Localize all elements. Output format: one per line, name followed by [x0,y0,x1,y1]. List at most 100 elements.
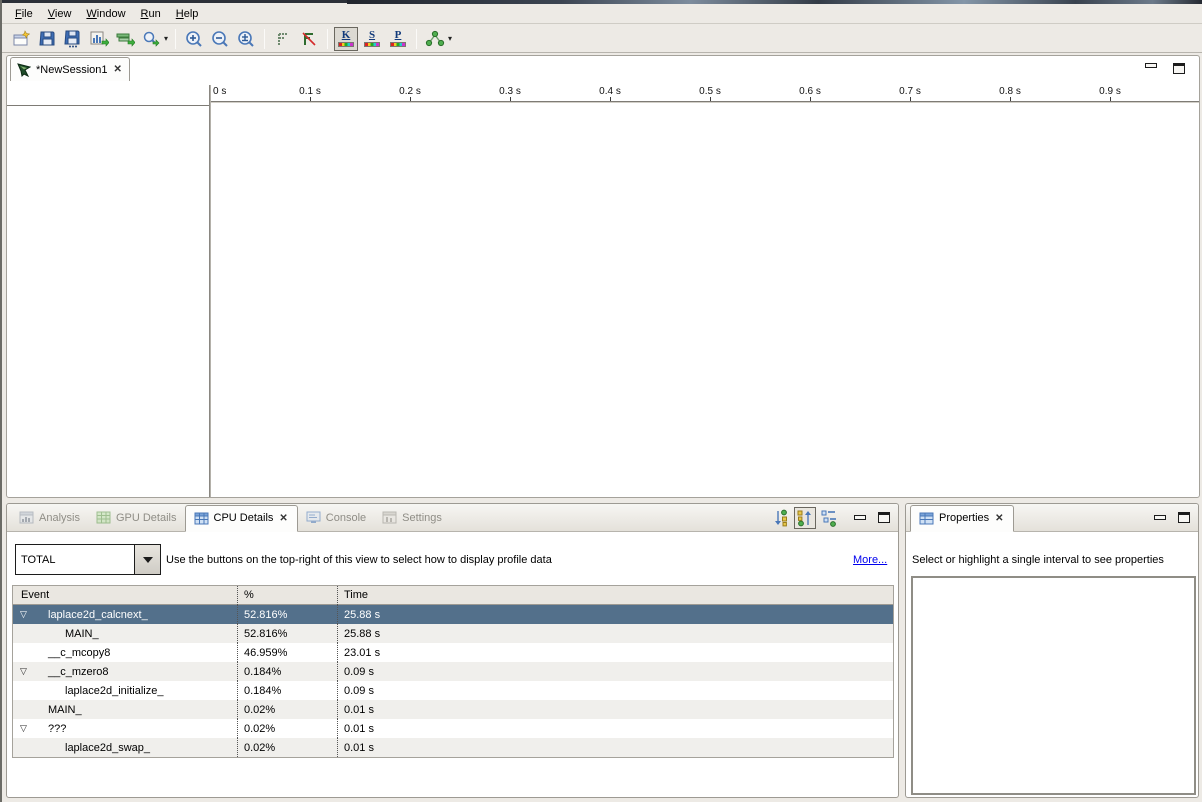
toolbar-separator [175,29,176,49]
display-mode-combo[interactable]: TOTAL [15,544,161,575]
column-header-event[interactable]: Event [13,586,237,605]
toolbar-separator [264,29,265,49]
tab-cpu-details[interactable]: CPU Details ✕ [185,505,298,532]
marker-run-button[interactable] [271,27,295,51]
new-session-button[interactable] [9,27,33,51]
session-tab-label: *NewSession1 [36,64,108,76]
tree-expander-icon[interactable]: ▽ [20,723,27,734]
menu-view[interactable]: View [45,6,75,22]
menu-window[interactable]: Window [83,6,128,22]
maximize-icon[interactable] [878,512,890,523]
row-header-top-edge [7,105,210,107]
save-as-button[interactable] [61,27,85,51]
zoom-in-button[interactable] [182,27,206,51]
column-header-percent[interactable]: % [237,586,337,605]
time-cell: 25.88 s [337,624,893,643]
table-row[interactable]: ▽__c_mzero8 0.184% 0.09 s [13,662,893,681]
percent-cell: 0.02% [237,700,337,719]
locate-button[interactable] [139,27,163,51]
marker-run-icon [275,31,291,47]
properties-icon [919,512,934,525]
call-tree-dropdown-caret[interactable]: ▾ [448,34,452,43]
close-icon[interactable]: ✕ [113,64,123,75]
locate-dropdown-caret[interactable]: ▾ [164,34,168,43]
maximize-icon[interactable] [1178,512,1190,523]
call-tree-button[interactable] [423,27,447,51]
close-icon[interactable]: ✕ [994,513,1004,524]
more-link[interactable]: More... [853,554,887,566]
ruler-tick-label: 0.8 s [999,86,1021,97]
flat-view-button[interactable] [818,507,840,529]
marker-norun-button[interactable] [297,27,321,51]
table-row[interactable]: laplace2d_swap_ 0.02% 0.01 s [13,738,893,757]
process-color-button[interactable]: P [386,27,410,51]
stream-color-button[interactable]: S [360,27,384,51]
event-cell: laplace2d_swap_ [21,742,150,754]
minimize-icon[interactable] [1154,515,1166,520]
table-header-row: Event % Time [13,586,893,605]
ruler-tick-label: 0.3 s [499,86,521,97]
maximize-icon[interactable] [1173,63,1185,74]
menu-run[interactable]: Run [138,6,164,22]
menubar: File View Window Run Help [2,4,1202,24]
table-row[interactable]: __c_mcopy8 46.959% 23.01 s [13,643,893,662]
settings-icon [382,511,397,524]
ruler-tick-label: 0.6 s [799,86,821,97]
session-icon [17,63,31,77]
table-row[interactable]: ▽??? 0.02% 0.01 s [13,719,893,738]
tree-expander-icon[interactable]: ▽ [20,666,27,677]
table-row[interactable]: MAIN_ 52.816% 25.88 s [13,624,893,643]
zoom-out-button[interactable] [208,27,232,51]
properties-empty-box [911,576,1196,795]
time-cell: 23.01 s [337,643,893,662]
properties-panel: Properties ✕ Select or highlight a singl… [905,503,1199,798]
combo-value[interactable]: TOTAL [15,544,135,575]
save-button[interactable] [35,27,59,51]
time-cell: 0.09 s [337,662,893,681]
ruler-tick-label: 0 s [213,86,226,97]
session-tab[interactable]: *NewSession1 ✕ [10,57,130,81]
export-chart-button[interactable] [87,27,111,51]
combo-dropdown-button[interactable] [135,544,161,575]
details-tabbar: Analysis GPU Details CPU Details ✕ Cons [7,504,898,532]
table-row[interactable]: ▽laplace2d_calcnext_ 52.816% 25.88 s [13,605,893,624]
tab-properties[interactable]: Properties ✕ [910,505,1014,532]
details-view-toolbar [770,507,898,529]
minimize-icon[interactable] [854,515,866,520]
menu-file[interactable]: File [12,6,36,22]
column-header-time[interactable]: Time [337,586,893,605]
zoom-fit-button[interactable] [234,27,258,51]
percent-cell: 0.02% [237,719,337,738]
zoom-in-icon [185,30,203,48]
timeline-splitter[interactable] [209,85,211,497]
percent-cell: 46.959% [237,643,337,662]
menu-help[interactable]: Help [173,6,202,22]
close-icon[interactable]: ✕ [278,513,288,524]
percent-cell: 0.184% [237,681,337,700]
timeline-ruler-groove[interactable] [210,101,1199,104]
event-cell: MAIN_ [21,704,82,716]
kernel-color-icon: K [338,30,354,47]
properties-content: Select or highlight a single interval to… [907,533,1197,796]
bottom-up-view-button[interactable] [794,507,816,529]
ruler-tick-label: 0.4 s [599,86,621,97]
display-hint-text: Use the buttons on the top-right of this… [166,554,552,566]
time-cell: 0.01 s [337,700,893,719]
minimize-icon[interactable] [1145,63,1157,68]
call-tree-icon [425,30,445,48]
event-cell: MAIN_ [21,628,99,640]
top-down-view-icon [772,509,790,527]
tree-expander-icon[interactable]: ▽ [20,609,27,620]
table-row[interactable]: MAIN_ 0.02% 0.01 s [13,700,893,719]
cpu-details-icon [194,512,209,525]
tab-gpu-details[interactable]: GPU Details [88,504,185,531]
tab-settings[interactable]: Settings [374,504,450,531]
top-down-view-button[interactable] [770,507,792,529]
export-timeline-button[interactable] [113,27,137,51]
table-row[interactable]: laplace2d_initialize_ 0.184% 0.09 s [13,681,893,700]
kernel-color-button[interactable]: K [334,27,358,51]
stream-color-icon: S [364,30,380,47]
tab-console[interactable]: Console [298,504,374,531]
tab-analysis[interactable]: Analysis [11,504,88,531]
event-cell: ??? [21,723,66,735]
